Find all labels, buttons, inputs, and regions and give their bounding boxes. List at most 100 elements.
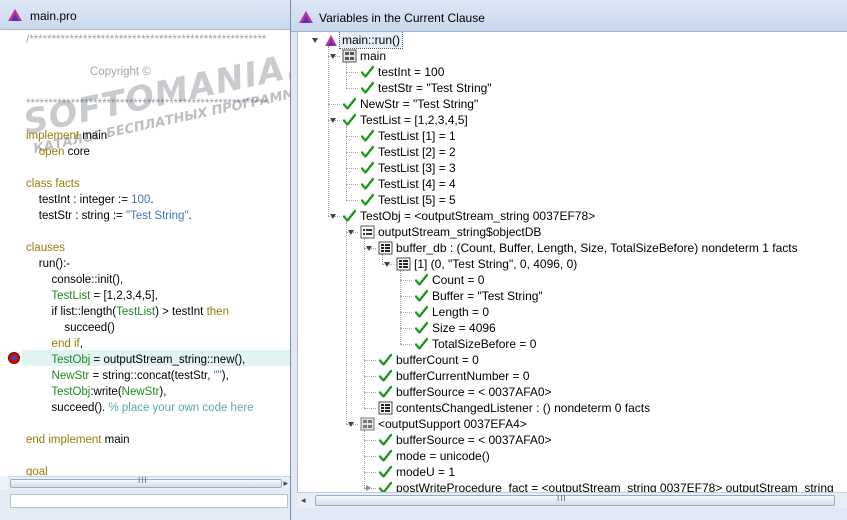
expand-open-icon[interactable] — [330, 54, 336, 59]
code-line[interactable]: run():- — [26, 256, 70, 272]
editor-title: main.pro — [30, 9, 77, 23]
code-token: TestObj — [26, 386, 91, 398]
code-editor[interactable]: /***************************************… — [0, 30, 290, 476]
code-line[interactable]: Copyright © — [26, 64, 151, 80]
tree-connector — [400, 270, 401, 344]
code-line[interactable]: ****************************************… — [26, 96, 268, 112]
variables-horizontal-scrollbar[interactable]: ◂ III — [297, 492, 847, 508]
code-line[interactable]: class facts — [26, 176, 80, 192]
code-line[interactable]: /***************************************… — [26, 32, 266, 48]
code-line[interactable]: open core — [26, 144, 90, 160]
tree-connector — [400, 312, 412, 313]
code-line[interactable]: console::init(), — [26, 272, 124, 288]
tree-node-label: TotalSizeBefore = 0 — [432, 337, 537, 351]
check-icon — [378, 433, 393, 446]
code-line[interactable]: clauses — [26, 240, 65, 256]
tree-node-label: testInt = 100 — [378, 65, 445, 79]
code-line[interactable]: TestList = [1,2,3,4,5], — [26, 288, 157, 304]
expand-closed-icon[interactable] — [366, 485, 371, 491]
expand-open-icon[interactable] — [330, 214, 336, 219]
code-token: testInt : integer := — [26, 194, 132, 206]
code-line[interactable]: implement main — [26, 128, 107, 144]
check-icon — [378, 369, 393, 382]
code-line[interactable]: TestObj:write(NewStr), — [26, 384, 166, 400]
tree-node-label: outputStream_string$objectDB — [378, 225, 542, 239]
check-icon — [378, 481, 393, 492]
code-line[interactable]: goal — [26, 464, 48, 476]
expand-open-icon[interactable] — [312, 38, 318, 43]
code-token: /***************************************… — [26, 34, 267, 46]
tree-node-label: [1] (0, "Test String", 0, 4096, 0) — [414, 257, 578, 271]
code-line[interactable]: TestObj = outputStream_string::new(), — [26, 352, 245, 368]
tree-node-label: bufferSource = < 0037AFA0> — [396, 433, 552, 447]
expand-open-icon[interactable] — [348, 230, 354, 235]
code-line[interactable]: testInt : integer := 100. — [26, 192, 154, 208]
expand-open-icon[interactable] — [366, 246, 372, 251]
tree-connector — [400, 280, 412, 281]
tree-node-label: TestList = [1,2,3,4,5] — [360, 113, 468, 127]
code-line[interactable]: succeed() — [26, 320, 115, 336]
tree-node-label: TestObj = <outputStream_string 0037EF78> — [360, 209, 596, 223]
expand-open-icon[interactable] — [348, 422, 354, 427]
code-token: TestList — [116, 306, 156, 318]
check-icon — [360, 193, 375, 206]
code-token: console::init(), — [26, 274, 124, 286]
tree-node-label: contentsChangedListener : () nondeterm 0… — [396, 401, 651, 415]
tree-node-label: Size = 4096 — [432, 321, 496, 335]
code-line[interactable]: succeed(). % place your own code here — [26, 400, 254, 416]
check-icon — [360, 161, 375, 174]
tree-connector — [364, 360, 376, 361]
tree-node-label: TestList [4] = 4 — [378, 177, 456, 191]
tree-connector — [346, 222, 347, 424]
tree-connector — [346, 136, 358, 137]
expand-open-icon[interactable] — [384, 262, 390, 267]
tree-connector — [346, 62, 347, 88]
tree-node-label: bufferSource = < 0037AFA0> — [396, 385, 552, 399]
code-token: 100 — [131, 194, 151, 206]
visual-prolog-icon — [8, 9, 22, 21]
facts-icon — [378, 401, 393, 415]
editor-footer — [0, 490, 290, 520]
code-token: implement — [26, 130, 83, 142]
code-token: open — [26, 146, 68, 158]
variables-tree[interactable]: main::run() main testInt = 100 testStr = "T… — [297, 32, 847, 492]
check-icon — [414, 321, 429, 334]
visual-prolog-icon — [299, 11, 313, 23]
code-token: ), — [221, 370, 229, 382]
tree-node-label: TestList [1] = 1 — [378, 129, 456, 143]
check-icon — [360, 65, 375, 78]
breakpoint-icon[interactable] — [8, 352, 20, 364]
tree-node-label: main::run() — [338, 32, 404, 49]
code-token: "" — [213, 370, 222, 382]
tree-connector — [400, 328, 412, 329]
scroll-left-arrow-icon[interactable]: ◂ — [301, 493, 306, 508]
check-icon — [342, 97, 357, 110]
tree-node-label: bufferCount = 0 — [396, 353, 479, 367]
facts-icon — [396, 257, 411, 271]
editor-gutter[interactable] — [0, 30, 22, 476]
code-token: ) > testInt — [155, 306, 207, 318]
code-token: succeed() — [26, 322, 115, 334]
tree-node-label: Buffer = "Test String" — [432, 289, 543, 303]
code-line[interactable]: testStr : string := "Test String". — [26, 208, 192, 224]
code-line[interactable]: end if, — [26, 336, 83, 352]
tree-node-label: TestList [5] = 5 — [378, 193, 456, 207]
tree-connector — [346, 168, 358, 169]
code-token: TestList — [26, 290, 91, 302]
clause-icon — [325, 35, 337, 46]
variables-scroll-thumb[interactable] — [315, 495, 835, 506]
code-line[interactable]: if list::length(TestList) > testInt then — [26, 304, 229, 320]
code-token: main — [104, 434, 130, 446]
tree-node-label: Count = 0 — [432, 273, 485, 287]
tree-node-label: modeU = 1 — [396, 465, 456, 479]
editor-horizontal-scrollbar[interactable]: III ▸ — [8, 476, 290, 490]
facts-icon — [378, 241, 393, 255]
expand-open-icon[interactable] — [330, 118, 336, 123]
scroll-right-arrow-icon[interactable]: ▸ — [283, 477, 288, 490]
code-token: NewStr — [26, 370, 90, 382]
code-line[interactable]: end implement main — [26, 432, 130, 448]
tree-connector — [346, 184, 358, 185]
variables-title-bar: Variables in the Current Clause — [291, 0, 847, 32]
code-line[interactable]: NewStr = string::concat(testStr, ""), — [26, 368, 229, 384]
code-token: class facts — [26, 178, 80, 190]
